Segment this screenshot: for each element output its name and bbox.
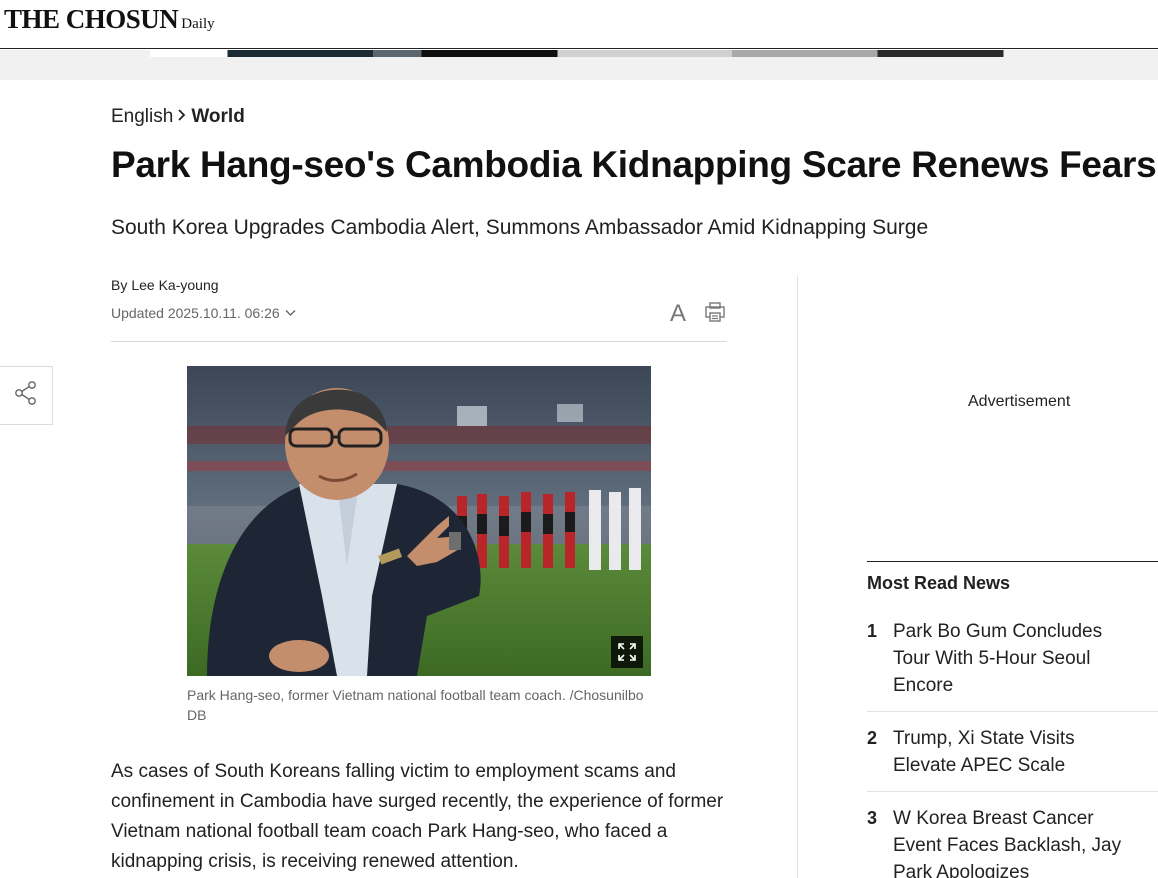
- article-tools: A: [666, 300, 726, 328]
- site-logo[interactable]: THE CHOSUN Daily: [4, 4, 215, 35]
- breadcrumb-section[interactable]: English: [111, 106, 173, 128]
- font-size-icon[interactable]: A: [666, 300, 690, 328]
- byline-divider: [111, 341, 727, 342]
- top-banner-strip: [0, 50, 1158, 80]
- most-read-list: 1 Park Bo Gum Concludes Tour With 5-Hour…: [867, 605, 1158, 878]
- most-read-rank: 2: [867, 728, 878, 748]
- most-read-rank: 3: [867, 808, 878, 828]
- print-icon[interactable]: [704, 301, 726, 328]
- byline: By Lee Ka-young: [111, 277, 219, 293]
- expand-photo-button[interactable]: [611, 636, 643, 668]
- share-icon: [13, 380, 39, 411]
- chevron-right-icon: [174, 108, 190, 126]
- most-read-item[interactable]: 3 W Korea Breast Cancer Event Faces Back…: [867, 792, 1158, 878]
- article-photo[interactable]: [187, 366, 651, 676]
- photo-caption: Park Hang-seo, former Vietnam national f…: [187, 687, 644, 723]
- article-subheadline: South Korea Upgrades Cambodia Alert, Sum…: [111, 216, 929, 239]
- breadcrumb-current[interactable]: World: [191, 106, 244, 128]
- most-read-divider: [867, 561, 1158, 562]
- article-body-paragraph: As cases of South Koreans falling victim…: [111, 761, 724, 872]
- most-read-item[interactable]: 1 Park Bo Gum Concludes Tour With 5-Hour…: [867, 605, 1158, 712]
- site-header: THE CHOSUN Daily: [0, 0, 1158, 49]
- most-read-title: Most Read News: [867, 573, 1011, 593]
- most-read-link[interactable]: Park Bo Gum Concludes Tour With 5-Hour S…: [893, 618, 1133, 699]
- logo-sub: Daily: [181, 16, 215, 32]
- banner-image[interactable]: [150, 50, 1120, 57]
- expand-icon: [617, 642, 637, 662]
- logo-main: THE CHOSUN: [4, 4, 179, 34]
- article-headline: Park Hang-seo's Cambodia Kidnapping Scar…: [111, 144, 1157, 185]
- advertisement-label: Advertisement: [968, 393, 1071, 410]
- share-button[interactable]: [0, 366, 53, 425]
- breadcrumb: English World: [111, 106, 245, 128]
- byline-label: By: [111, 277, 128, 293]
- most-read-link[interactable]: Trump, Xi State Visits Elevate APEC Scal…: [893, 725, 1133, 779]
- column-divider: [797, 275, 798, 878]
- chevron-down-icon: [285, 304, 296, 320]
- photo-illustration: [187, 366, 651, 676]
- updated-text: Updated 2025.10.11. 06:26: [111, 305, 280, 321]
- most-read-item[interactable]: 2 Trump, Xi State Visits Elevate APEC Sc…: [867, 712, 1158, 792]
- most-read-rank: 1: [867, 621, 878, 641]
- most-read-link[interactable]: W Korea Breast Cancer Event Faces Backla…: [893, 805, 1133, 878]
- author-name[interactable]: Lee Ka-young: [131, 277, 218, 293]
- updated-date[interactable]: Updated 2025.10.11. 06:26: [111, 305, 296, 321]
